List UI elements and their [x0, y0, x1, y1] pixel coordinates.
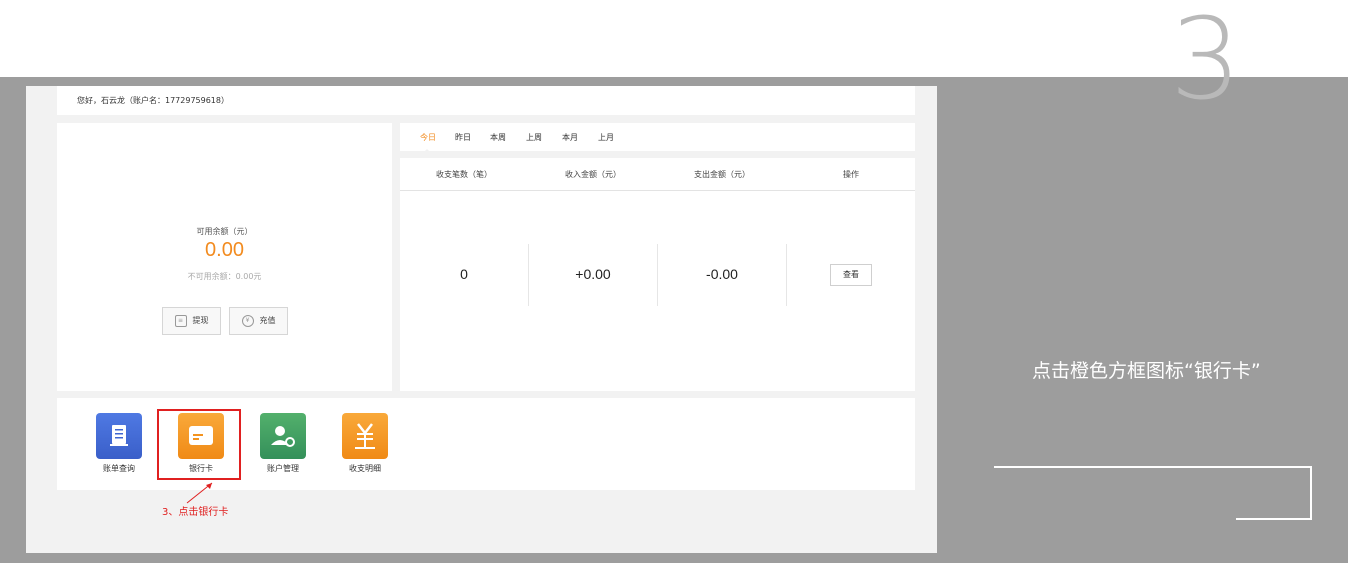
- decor-line: [1310, 466, 1312, 520]
- top-banner: [0, 0, 1348, 77]
- annotation-text: 3、点击银行卡: [162, 507, 229, 518]
- app-screenshot: 您好，石云龙（账户名：17729759618） 可用余额（元） 0.00 不可用…: [26, 86, 937, 553]
- step-number: 3: [1170, 0, 1242, 125]
- decor-line: [1236, 518, 1312, 520]
- annotation-arrow: [186, 482, 213, 504]
- instruction-text: 点击橙色方框图标“银行卡”: [1032, 360, 1261, 382]
- decor-line: [994, 466, 1312, 468]
